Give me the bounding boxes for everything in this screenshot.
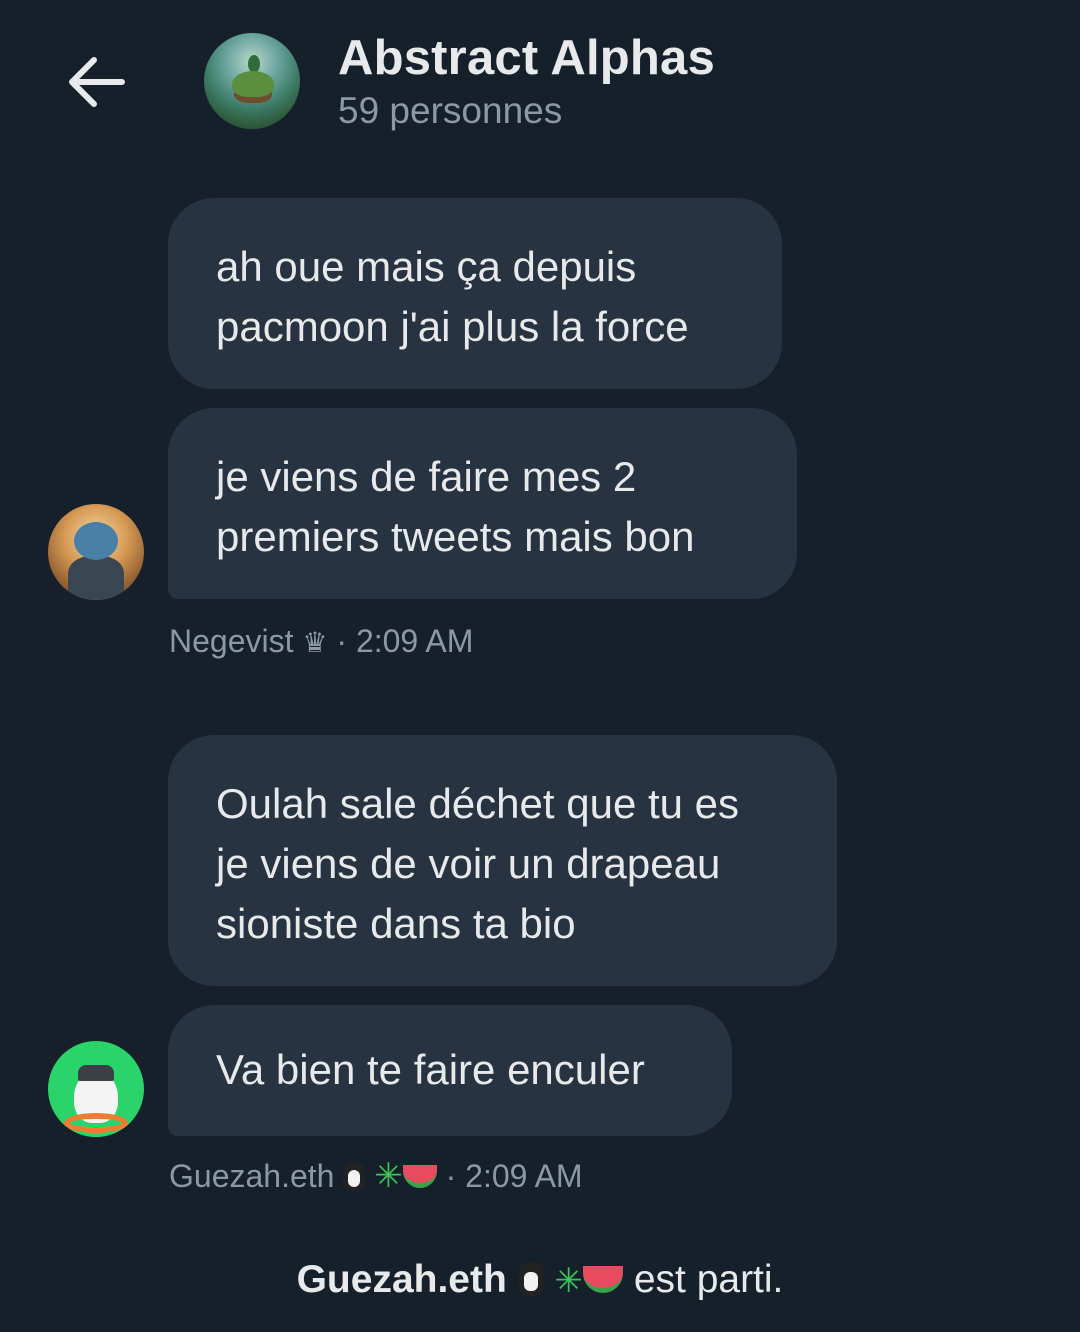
sparkle-icon: ✳ [554, 1261, 583, 1301]
message-bubble[interactable]: je viens de faire mes 2 premiers tweets … [168, 408, 797, 599]
message-bubble[interactable]: Oulah sale déchet que tu es je viens de … [168, 735, 837, 986]
sender-name[interactable]: Negevist [169, 623, 294, 659]
message-meta: Negevist ♛ · 2:09 AM [169, 623, 473, 660]
avatar-art [78, 1065, 114, 1081]
avatar-art [232, 71, 274, 97]
message-time: 2:09 AM [355, 623, 474, 659]
sender-avatar[interactable] [48, 504, 144, 600]
group-avatar[interactable] [204, 33, 300, 129]
system-text: est parti. [633, 1258, 784, 1301]
avatar-art [74, 522, 118, 560]
message-time: 2:09 AM [465, 1158, 583, 1194]
system-user-name[interactable]: Guezah.eth [297, 1258, 507, 1301]
group-title[interactable]: Abstract Alphas [338, 30, 715, 86]
system-notice: Guezah.eth ✳ est parti. [0, 1258, 1080, 1302]
meta-separator: · [336, 623, 348, 659]
penguin-icon [343, 1160, 366, 1191]
watermelon-icon [402, 1165, 437, 1189]
penguin-icon [517, 1261, 544, 1296]
message-bubble[interactable]: ah oue mais ça depuis pacmoon j'ai plus … [168, 198, 782, 389]
message-bubble[interactable]: Va bien te faire enculer [168, 1005, 732, 1136]
meta-separator: · [445, 1158, 457, 1194]
watermelon-icon [582, 1266, 623, 1294]
sender-avatar[interactable] [48, 1041, 144, 1137]
sparkle-icon: ✳ [374, 1156, 403, 1196]
sender-name[interactable]: Guezah.eth [169, 1158, 334, 1194]
avatar-art [68, 556, 124, 600]
avatar-art [64, 1113, 128, 1133]
member-count[interactable]: 59 personnes [338, 90, 562, 132]
back-arrow-icon[interactable] [60, 50, 132, 114]
crown-icon: ♛ [302, 626, 328, 659]
message-meta: Guezah.eth ✳ · 2:09 AM [169, 1156, 583, 1196]
